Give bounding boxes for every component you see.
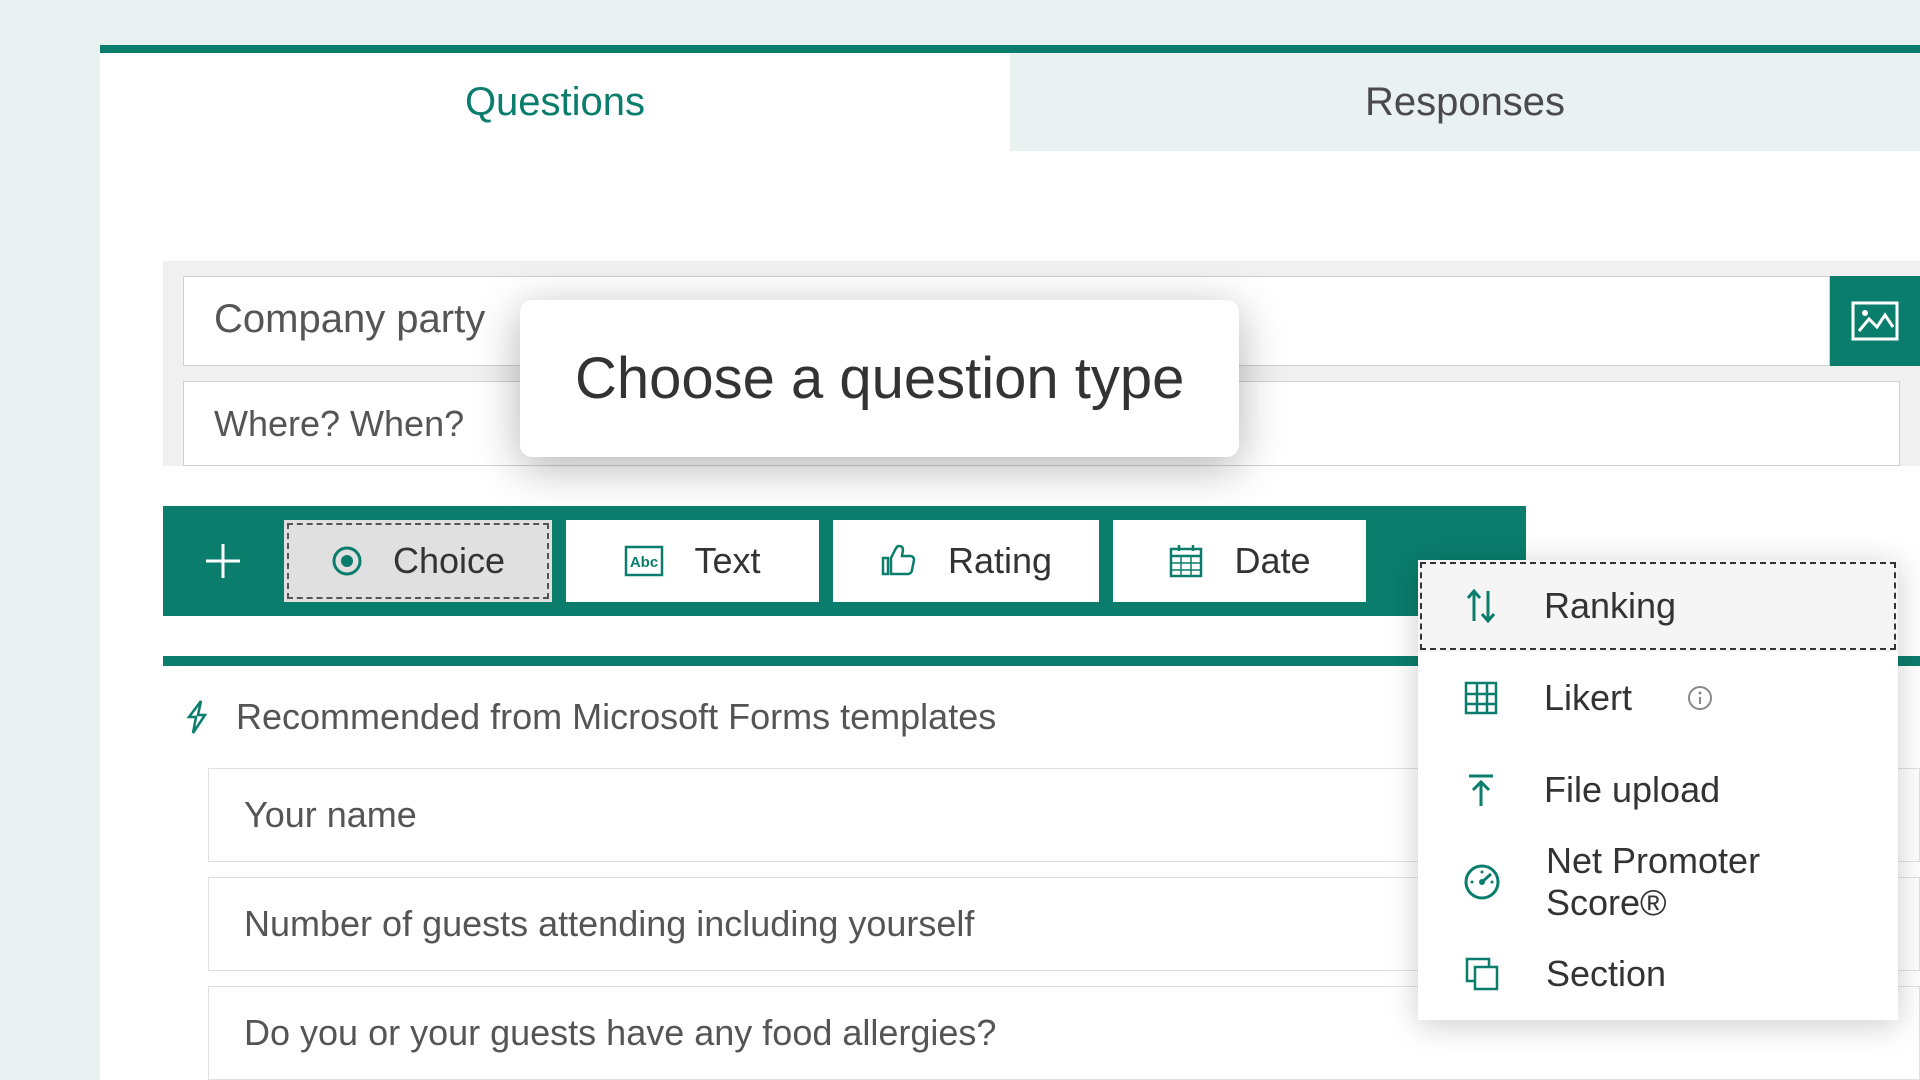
dropdown-item-likert[interactable]: Likert: [1418, 652, 1898, 744]
lightning-icon: [183, 699, 211, 735]
tooltip: Choose a question type: [520, 300, 1239, 457]
question-type-date[interactable]: Date: [1112, 519, 1367, 603]
likert-icon: [1463, 680, 1499, 716]
question-type-choice[interactable]: Choice: [283, 519, 553, 603]
ranking-icon: [1463, 585, 1499, 627]
calendar-icon: [1168, 543, 1204, 579]
dropdown-item-file-upload[interactable]: File upload: [1418, 744, 1898, 836]
insert-image-button[interactable]: [1830, 276, 1920, 366]
question-type-dropdown: Ranking Likert File upload: [1418, 560, 1898, 1020]
dropdown-item-ranking[interactable]: Ranking: [1418, 560, 1898, 652]
question-type-bar: Choice Abc Text Rating: [163, 506, 1526, 616]
question-type-rating[interactable]: Rating: [832, 519, 1100, 603]
file-upload-label: File upload: [1544, 769, 1720, 811]
radio-icon: [331, 545, 363, 577]
upload-icon: [1463, 770, 1499, 810]
nps-label: Net Promoter Score®: [1546, 840, 1853, 924]
info-icon: [1687, 685, 1713, 711]
choice-label: Choice: [393, 540, 505, 582]
text-label: Text: [694, 540, 760, 582]
plus-icon: [202, 540, 244, 582]
tab-responses[interactable]: Responses: [1010, 53, 1920, 151]
section-label: Section: [1546, 953, 1666, 995]
svg-text:Abc: Abc: [630, 554, 658, 571]
tab-questions[interactable]: Questions: [100, 53, 1010, 151]
gauge-icon: [1463, 863, 1501, 901]
text-icon: Abc: [624, 545, 664, 577]
likert-label: Likert: [1544, 677, 1632, 719]
recommended-header-text: Recommended from Microsoft Forms templat…: [236, 696, 996, 738]
add-question-button[interactable]: [163, 506, 283, 616]
tabs: Questions Responses: [100, 53, 1920, 151]
dropdown-item-section[interactable]: Section: [1418, 928, 1898, 1020]
ranking-label: Ranking: [1544, 585, 1676, 627]
image-icon: [1851, 301, 1899, 341]
thumbs-up-icon: [880, 544, 918, 578]
question-type-text[interactable]: Abc Text: [565, 519, 820, 603]
section-icon: [1463, 955, 1501, 993]
rating-label: Rating: [948, 540, 1052, 582]
date-label: Date: [1234, 540, 1310, 582]
dropdown-item-nps[interactable]: Net Promoter Score®: [1418, 836, 1898, 928]
